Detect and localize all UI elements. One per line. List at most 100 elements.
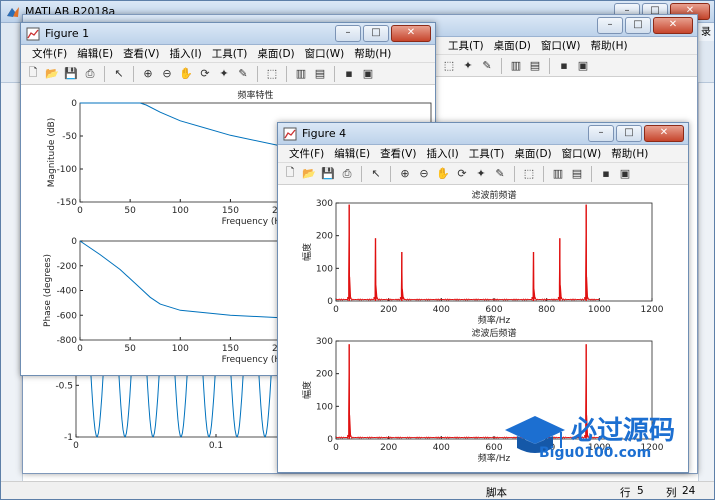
- data-cursor-icon[interactable]: ✦: [460, 58, 476, 74]
- x-tick-label: 0: [73, 441, 79, 451]
- toolbar-separator: [543, 165, 544, 182]
- main-right-tab[interactable]: 录: [699, 23, 714, 41]
- new-icon[interactable]: 🗋: [282, 166, 298, 182]
- status-col-label: 列: [666, 487, 677, 499]
- figure4-title: Figure 4: [302, 127, 347, 140]
- legend-icon[interactable]: ▤: [527, 58, 543, 74]
- show-icon[interactable]: ▣: [360, 66, 376, 82]
- fig4-menu-tools[interactable]: 工具(T): [464, 146, 510, 161]
- open-icon[interactable]: 📂: [301, 166, 317, 182]
- fig1-menu-insert[interactable]: 插入(I): [164, 46, 206, 61]
- status-col-value: 24: [682, 485, 696, 497]
- figure4-maximize-button[interactable]: □: [616, 125, 642, 142]
- fig4-menu-help[interactable]: 帮助(H): [606, 146, 653, 161]
- rotate-icon[interactable]: ⟳: [197, 66, 213, 82]
- figure4-minimize-button[interactable]: –: [588, 125, 614, 142]
- y-tick-label: -1: [64, 433, 73, 443]
- toolbar-separator: [334, 65, 335, 82]
- fig4-menu-view[interactable]: 查看(V): [375, 146, 421, 161]
- fig4-menu-file[interactable]: 文件(F): [284, 146, 329, 161]
- fig1-menu-window[interactable]: 窗口(W): [300, 46, 350, 61]
- new-icon[interactable]: 🗋: [25, 66, 41, 82]
- figure4-controls: – □ ✕: [588, 125, 684, 142]
- back-menu-help[interactable]: 帮助(H): [585, 38, 632, 53]
- back-menu-tools[interactable]: 工具(T): [443, 38, 489, 53]
- fig4-menu-desktop[interactable]: 桌面(D): [509, 146, 556, 161]
- zoom-out-icon[interactable]: ⊖: [416, 166, 432, 182]
- brush-icon[interactable]: ✎: [479, 58, 495, 74]
- back-figure-controls: – □ ✕: [597, 17, 693, 34]
- figure4-close-button[interactable]: ✕: [644, 125, 684, 142]
- figure1-titlebar[interactable]: Figure 1 – □ ✕: [21, 23, 435, 45]
- fig1-menu-edit[interactable]: 编辑(E): [72, 46, 118, 61]
- fig4-menu-window[interactable]: 窗口(W): [557, 146, 607, 161]
- brush-icon[interactable]: ✎: [235, 66, 251, 82]
- x-tick-label: 200: [380, 305, 397, 315]
- open-icon[interactable]: 📂: [44, 66, 60, 82]
- back-minimize-button[interactable]: –: [597, 17, 623, 34]
- cursor-icon[interactable]: ↖: [111, 66, 127, 82]
- matlab-icon: [7, 7, 19, 17]
- axes-title: 频率特性: [237, 89, 273, 101]
- colorbar-icon[interactable]: ▥: [550, 166, 566, 182]
- legend-icon[interactable]: ▤: [569, 166, 585, 182]
- save-icon[interactable]: 💾: [320, 166, 336, 182]
- pan-icon[interactable]: ✋: [178, 66, 194, 82]
- back-maximize-button[interactable]: □: [625, 17, 651, 34]
- y-axis-label: Magnitude (dB): [47, 118, 57, 187]
- rotate-icon[interactable]: ⟳: [454, 166, 470, 182]
- data-cursor-icon[interactable]: ✦: [473, 166, 489, 182]
- figure1-minimize-button[interactable]: –: [335, 25, 361, 42]
- fig1-menu-file[interactable]: 文件(F): [27, 46, 72, 61]
- figure1-maximize-button[interactable]: □: [363, 25, 389, 42]
- toolbar-separator: [286, 65, 287, 82]
- axes-title: 滤波后频谱: [471, 327, 516, 339]
- legend-icon[interactable]: ▤: [312, 66, 328, 82]
- zoom-in-icon[interactable]: ⊕: [397, 166, 413, 182]
- fig1-menu-view[interactable]: 查看(V): [118, 46, 164, 61]
- link-icon[interactable]: ⬚: [521, 166, 537, 182]
- fig4-menu-edit[interactable]: 编辑(E): [329, 146, 375, 161]
- back-close-button[interactable]: ✕: [653, 17, 693, 34]
- x-tick-label: 400: [433, 443, 450, 453]
- hide-icon[interactable]: ▪: [341, 66, 357, 82]
- colorbar-icon[interactable]: ▥: [293, 66, 309, 82]
- y-tick-label: -150: [57, 198, 78, 208]
- x-tick-label: 800: [538, 305, 555, 315]
- watermark-url-text: Bigu0100.com: [539, 445, 652, 461]
- x-tick-label: 0: [77, 344, 83, 354]
- y-tick-label: 0: [327, 435, 333, 445]
- back-menu-desktop[interactable]: 桌面(D): [489, 38, 536, 53]
- x-tick-label: 150: [222, 206, 239, 216]
- x-tick-label: 100: [172, 344, 189, 354]
- x-tick-label: 50: [124, 344, 136, 354]
- zoom-out-icon[interactable]: ⊖: [159, 66, 175, 82]
- figure4-titlebar[interactable]: Figure 4 – □ ✕: [278, 123, 688, 145]
- fig1-menu-tools[interactable]: 工具(T): [207, 46, 253, 61]
- print-icon[interactable]: ⎙: [82, 66, 98, 82]
- fig4-menu-insert[interactable]: 插入(I): [421, 146, 463, 161]
- save-icon[interactable]: 💾: [63, 66, 79, 82]
- print-icon[interactable]: ⎙: [339, 166, 355, 182]
- link-icon[interactable]: ⬚: [441, 58, 457, 74]
- zoom-in-icon[interactable]: ⊕: [140, 66, 156, 82]
- figure1-close-button[interactable]: ✕: [391, 25, 431, 42]
- back-menu-window[interactable]: 窗口(W): [536, 38, 586, 53]
- x-tick-label: 0: [333, 443, 339, 453]
- fig1-menu-help[interactable]: 帮助(H): [349, 46, 396, 61]
- hide-icon[interactable]: ▪: [598, 166, 614, 182]
- toolbar-separator: [361, 165, 362, 182]
- show-icon[interactable]: ▣: [575, 58, 591, 74]
- y-tick-label: -0.5: [55, 381, 73, 391]
- pan-icon[interactable]: ✋: [435, 166, 451, 182]
- show-icon[interactable]: ▣: [617, 166, 633, 182]
- hide-icon[interactable]: ▪: [556, 58, 572, 74]
- data-cursor-icon[interactable]: ✦: [216, 66, 232, 82]
- brush-icon[interactable]: ✎: [492, 166, 508, 182]
- link-icon[interactable]: ⬚: [264, 66, 280, 82]
- figure4-toolbar: 🗋 📂 💾 ⎙ ↖ ⊕ ⊖ ✋ ⟳ ✦ ✎ ⬚ ▥ ▤ ▪ ▣: [278, 163, 688, 185]
- cursor-icon[interactable]: ↖: [368, 166, 384, 182]
- fig1-menu-desktop[interactable]: 桌面(D): [252, 46, 299, 61]
- figure4-menubar: 文件(F) 编辑(E) 查看(V) 插入(I) 工具(T) 桌面(D) 窗口(W…: [278, 145, 688, 163]
- colorbar-icon[interactable]: ▥: [508, 58, 524, 74]
